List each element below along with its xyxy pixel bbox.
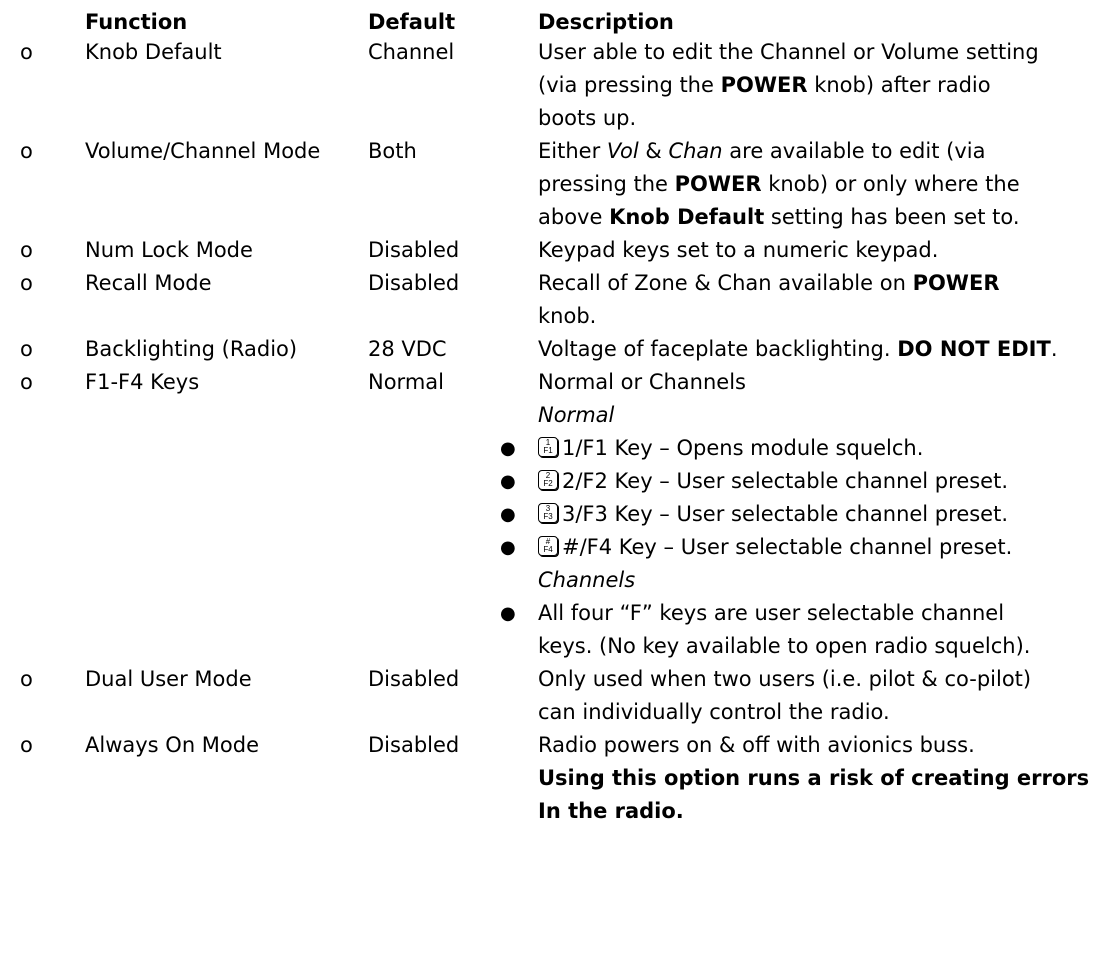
list-bullet: ● — [500, 504, 516, 525]
list-bullet: ● — [500, 537, 516, 558]
desc-line: Either Vol & Chan are available to edit … — [538, 139, 986, 163]
list-bullet: ● — [500, 471, 516, 492]
desc-line: keys. (No key available to open radio sq… — [538, 634, 1031, 658]
description: User able to edit the Channel or Volume … — [538, 36, 1113, 135]
fkey-text: 1/F1 Key – Opens module squelch. — [562, 436, 924, 460]
desc-line: Only used when two users (i.e. pilot & c… — [538, 667, 1032, 691]
desc-line: (via pressing the POWER knob) after radi… — [538, 73, 991, 97]
list-bullet: ● — [500, 438, 516, 459]
function-name: Volume/Channel Mode — [85, 139, 321, 163]
row-bullet: o — [20, 370, 33, 394]
normal-heading: Normal — [538, 403, 615, 427]
desc-line: pressing the POWER knob) or only where t… — [538, 172, 1020, 196]
row-bullet: o — [20, 271, 33, 295]
f2-key-icon: 2 F2 — [538, 470, 558, 490]
fkey-text: 2/F2 Key – User selectable channel prese… — [562, 469, 1009, 493]
desc-line: Radio powers on & off with avionics buss… — [538, 733, 975, 757]
desc-line: Normal or Channels — [538, 370, 746, 394]
function-name: Recall Mode — [85, 271, 212, 295]
desc-line: Keypad keys set to a numeric keypad. — [538, 238, 939, 262]
desc-line: All four “F” keys are user selectable ch… — [538, 601, 1005, 625]
description: Radio powers on & off with avionics buss… — [538, 729, 1113, 828]
desc-line: Voltage of faceplate backlighting. DO NO… — [538, 337, 1058, 361]
row-bullet: o — [20, 337, 33, 361]
f1-key-icon: 1 F1 — [538, 437, 558, 457]
function-name: Always On Mode — [85, 733, 260, 757]
description: Keypad keys set to a numeric keypad. — [538, 234, 1113, 267]
description: Recall of Zone & Chan available on POWER… — [538, 267, 1113, 333]
description: Voltage of faceplate backlighting. DO NO… — [538, 333, 1113, 366]
description: Only used when two users (i.e. pilot & c… — [538, 663, 1113, 729]
function-name: Num Lock Mode — [85, 238, 253, 262]
function-name: F1-F4 Keys — [85, 370, 200, 394]
row-bullet: o — [20, 139, 33, 163]
desc-line: Recall of Zone & Chan available on POWER — [538, 271, 1000, 295]
default-value: Disabled — [368, 238, 460, 262]
fkey-text: #/F4 Key – User selectable channel prese… — [562, 535, 1013, 559]
default-value: Disabled — [368, 667, 460, 691]
desc-line: User able to edit the Channel or Volume … — [538, 40, 1039, 64]
function-name: Dual User Mode — [85, 667, 252, 691]
header-function: Function — [85, 10, 188, 34]
row-bullet: o — [20, 733, 33, 757]
header-default: Default — [368, 10, 456, 34]
row-bullet: o — [20, 238, 33, 262]
function-name: Backlighting (Radio) — [85, 337, 298, 361]
desc-line: above Knob Default setting has been set … — [538, 205, 1020, 229]
warning-line: In the radio. — [538, 799, 684, 823]
desc-line: boots up. — [538, 106, 637, 130]
warning-line: Using this option runs a risk of creatin… — [538, 766, 1090, 790]
f4-key-icon: # F4 — [538, 536, 558, 556]
default-value: Both — [368, 139, 417, 163]
row-bullet: o — [20, 667, 33, 691]
default-value: Normal — [368, 370, 444, 394]
function-name: Knob Default — [85, 40, 222, 64]
desc-line: can individually control the radio. — [538, 700, 890, 724]
description: Either Vol & Chan are available to edit … — [538, 135, 1113, 234]
header-description: Description — [538, 10, 674, 34]
f3-key-icon: 3 F3 — [538, 503, 558, 523]
desc-line: knob. — [538, 304, 597, 328]
fkey-text: 3/F3 Key – User selectable channel prese… — [562, 502, 1009, 526]
default-value: Disabled — [368, 733, 460, 757]
row-bullet: o — [20, 40, 33, 64]
default-value: Disabled — [368, 271, 460, 295]
list-bullet: ● — [500, 603, 516, 624]
default-value: Channel — [368, 40, 455, 64]
description: Normal or Channels Normal — [538, 366, 1113, 432]
default-value: 28 VDC — [368, 337, 447, 361]
